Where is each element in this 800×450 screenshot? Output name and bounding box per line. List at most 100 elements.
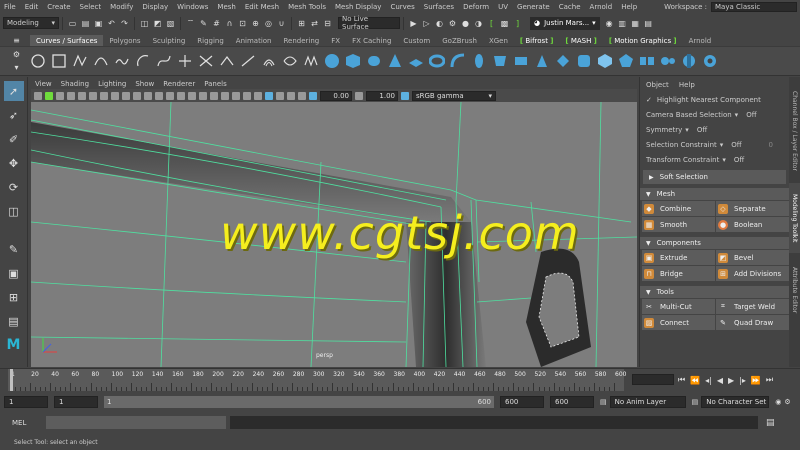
transform-constraint-row[interactable]: Transform Constraint ▾ Off [640, 154, 789, 166]
attribute-editor-tab[interactable]: Attribute Editor [789, 255, 800, 325]
history-icon[interactable]: ⊞ [296, 18, 307, 29]
tab-custom[interactable]: Custom [397, 35, 436, 46]
safe-action-icon[interactable] [133, 91, 141, 100]
render-frame-icon[interactable]: ▶ [408, 18, 419, 29]
tab-mash[interactable]: [ MASH ] [559, 35, 602, 46]
sphere-icon[interactable] [324, 53, 340, 69]
toolkit-menu-object[interactable]: Object [646, 81, 669, 89]
menu-deform[interactable]: Deform [463, 3, 489, 11]
paint-select-icon[interactable]: ✎ [198, 18, 209, 29]
gate-mask-icon[interactable] [111, 91, 119, 100]
grid-icon[interactable] [78, 91, 86, 100]
snap-surface-icon[interactable]: ◎ [263, 18, 274, 29]
pencil-curve-icon[interactable] [114, 53, 130, 69]
textured-icon[interactable] [188, 91, 196, 100]
play-backward-icon[interactable]: ◀ [717, 376, 723, 385]
detach-curve-icon[interactable] [198, 53, 214, 69]
insert-knot-icon[interactable] [219, 53, 235, 69]
extrude-button[interactable]: ▣ Extrude [642, 250, 715, 265]
step-back-key-icon[interactable]: ⏪ [690, 376, 700, 385]
tab-motion-graphics[interactable]: [ Motion Graphics ] [603, 35, 683, 46]
lights-icon[interactable] [199, 91, 207, 100]
detach-surface-icon[interactable] [660, 53, 676, 69]
cylinder-icon[interactable] [366, 53, 382, 69]
reverse-curve-icon[interactable] [282, 53, 298, 69]
shadows-icon[interactable] [210, 91, 218, 100]
rebuild-curve-icon[interactable] [303, 53, 319, 69]
arnold-render-icon[interactable]: ◑ [473, 18, 484, 29]
wireframe-icon[interactable] [155, 91, 163, 100]
menu-modify[interactable]: Modify [110, 3, 133, 11]
scale-tool-icon[interactable]: ◫ [4, 201, 24, 221]
menu-help[interactable]: Help [621, 3, 637, 11]
xray-components-icon[interactable] [298, 91, 306, 100]
menu-file[interactable]: File [4, 3, 16, 11]
toolkit-menu-help[interactable]: Help [679, 81, 695, 89]
checkbox-checked-icon[interactable]: ✓ [646, 96, 652, 104]
menu-select[interactable]: Select [80, 3, 102, 11]
field-chart-icon[interactable] [122, 91, 130, 100]
selection-constraint-row[interactable]: Selection Constraint ▾ Off 0 [640, 139, 789, 151]
character-set-dropdown[interactable]: No Character Set [701, 396, 770, 408]
exposure-field[interactable]: 0.00 [320, 90, 352, 101]
lasso-tool-icon[interactable]: ➶ [4, 105, 24, 125]
modeling-toolkit-tab[interactable]: Modeling Toolkit [789, 183, 800, 253]
image-plane-icon[interactable] [67, 91, 75, 100]
panel-menu-renderer[interactable]: Renderer [163, 80, 195, 88]
combine-button[interactable]: ◆ Combine [642, 201, 715, 216]
current-frame-field[interactable] [632, 374, 674, 385]
menu-windows[interactable]: Windows [177, 3, 208, 11]
time-ruler[interactable]: 1204060801001201401601802002202402602803… [8, 369, 626, 391]
boundary-icon[interactable] [576, 53, 592, 69]
user-account-button[interactable]: ◕ Justin Mars... ▾ [530, 16, 600, 30]
color-management-icon[interactable] [401, 91, 409, 100]
sidebar-toggle-icon[interactable]: ▥ [617, 18, 628, 29]
tab-curves-surfaces[interactable]: Curves / Surfaces [30, 35, 104, 46]
construction-history-icon[interactable]: ⊟ [322, 18, 333, 29]
panel-menu-show[interactable]: Show [135, 80, 154, 88]
range-slider[interactable]: 1 600 [104, 396, 494, 408]
ambient-occlusion-icon[interactable] [221, 91, 229, 100]
menu-mesh[interactable]: Mesh [217, 3, 235, 11]
playback-start-field[interactable]: 1 [54, 396, 98, 408]
shelf-menu-icon[interactable]: ▾ [11, 62, 22, 73]
notifications-icon[interactable]: ◉ [604, 18, 615, 29]
separate-button[interactable]: ◇ Separate [716, 201, 789, 216]
safe-title-icon[interactable] [144, 91, 152, 100]
outliner-layout-icon[interactable]: ▤ [4, 311, 24, 331]
viewport-persp[interactable]: www.cgtsj.com persp [31, 102, 637, 367]
paint-select-tool-icon[interactable]: ✐ [4, 129, 24, 149]
move-tool-icon[interactable]: ✥ [4, 153, 24, 173]
depth-of-field-icon[interactable] [254, 91, 262, 100]
tab-fx-caching[interactable]: FX Caching [346, 35, 397, 46]
single-view-icon[interactable]: ▣ [4, 263, 24, 283]
tab-sculpting[interactable]: Sculpting [147, 35, 192, 46]
script-editor-icon[interactable]: ▤ [766, 418, 775, 428]
go-to-end-icon[interactable]: ⏭ [766, 375, 773, 385]
arc-icon[interactable] [135, 53, 151, 69]
select-hierarchy-icon[interactable]: ◫ [139, 18, 150, 29]
four-view-icon[interactable]: ⊞ [4, 287, 24, 307]
input-output-icon[interactable]: ⇄ [309, 18, 320, 29]
redo-icon[interactable]: ↷ [119, 18, 130, 29]
nurbs-square-icon[interactable] [51, 53, 67, 69]
step-back-frame-icon[interactable]: ◂| [705, 376, 712, 385]
square-surface-icon[interactable] [597, 53, 613, 69]
panel-menu-panels[interactable]: Panels [204, 80, 227, 88]
open-scene-icon[interactable]: ▤ [80, 18, 91, 29]
last-tool-icon[interactable]: ✎ [4, 239, 24, 259]
select-tool-icon[interactable]: ➚ [3, 81, 24, 101]
playback-end-field[interactable]: 600 [500, 396, 544, 408]
menu-curves[interactable]: Curves [390, 3, 414, 11]
render-view-icon[interactable]: ▷ [421, 18, 432, 29]
connect-button[interactable]: ▨ Connect [642, 315, 715, 330]
tab-rendering[interactable]: Rendering [277, 35, 325, 46]
select-object-icon[interactable]: ◩ [152, 18, 163, 29]
torus-icon[interactable] [429, 53, 445, 69]
tab-polygons[interactable]: Polygons [103, 35, 146, 46]
go-to-start-icon[interactable]: ⏮ [678, 375, 685, 385]
attach-surface-icon[interactable] [639, 53, 655, 69]
menu-edit[interactable]: Edit [25, 3, 39, 11]
camera-attributes-icon[interactable] [45, 91, 53, 100]
live-surface-field[interactable]: No Live Surface [338, 15, 400, 31]
